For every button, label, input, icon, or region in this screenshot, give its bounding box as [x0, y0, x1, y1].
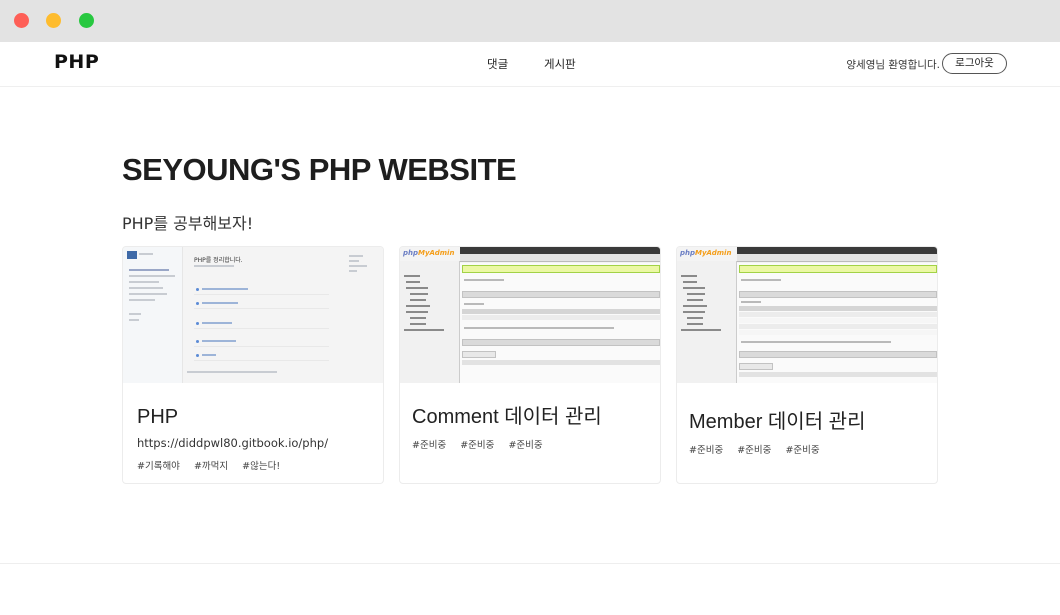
welcome-message: 양세영님 환영합니다. — [846, 59, 940, 71]
card-php[interactable]: PHP를 정리합니다. PHP https://diddpwl80.gitboo… — [122, 246, 384, 484]
card-thumbnail-phpmyadmin: phpMyAdmin — [400, 247, 660, 383]
card-tag: #까먹지 — [193, 461, 229, 472]
window-close-button[interactable] — [14, 13, 29, 28]
footer-divider — [0, 563, 1060, 564]
card-tag: #준비중 — [412, 440, 447, 451]
card-tag: #않는다! — [242, 461, 281, 472]
page-subtitle: PHP를 공부해보자! — [122, 214, 254, 233]
card-tag: #기록해야 — [137, 461, 180, 472]
site-navbar: PHP 댓글 게시판 양세영님 환영합니다. 로그아웃 — [0, 42, 1060, 87]
window-minimize-button[interactable] — [46, 13, 61, 28]
card-title: PHP — [137, 406, 179, 428]
card-tag: #준비중 — [785, 445, 820, 456]
phpmyadmin-logo: phpMyAdmin — [680, 249, 732, 257]
nav-link-board[interactable]: 게시판 — [544, 56, 576, 72]
page-title: SEYOUNG'S PHP WEBSITE — [122, 152, 517, 187]
phpmyadmin-logo: phpMyAdmin — [403, 249, 455, 257]
card-tags: #준비중 #준비중 #준비중 — [412, 437, 554, 451]
card-link-url[interactable]: https://diddpwl80.gitbook.io/php/ — [137, 436, 328, 450]
window-maximize-button[interactable] — [79, 13, 94, 28]
card-comment-data[interactable]: phpMyAdmin Comment 데이터 관리 #준비중 #준비중 #준비중 — [399, 246, 661, 484]
card-tags: #기록해야 #까먹지 #않는다! — [137, 458, 291, 472]
card-tag: #준비중 — [508, 440, 543, 451]
card-tag: #준비중 — [737, 445, 772, 456]
card-member-data[interactable]: phpMyAdmin Member 데이터 관리 #준비중 #준비중 #준비중 — [676, 246, 938, 484]
thumb-title: PHP를 정리합니다. — [194, 257, 243, 264]
browser-window-chrome — [0, 0, 1060, 42]
card-title: Member 데이터 관리 — [689, 411, 866, 433]
card-tags: #준비중 #준비중 #준비중 — [689, 442, 831, 456]
card-tag: #준비중 — [460, 440, 495, 451]
card-tag: #준비중 — [689, 445, 724, 456]
nav-link-comment[interactable]: 댓글 — [487, 56, 508, 72]
card-thumbnail-gitbook: PHP를 정리합니다. — [123, 247, 383, 383]
logout-button[interactable]: 로그아웃 — [942, 53, 1007, 74]
card-title: Comment 데이터 관리 — [412, 406, 602, 428]
brand-logo[interactable]: PHP — [54, 51, 99, 73]
card-thumbnail-phpmyadmin: phpMyAdmin — [677, 247, 937, 383]
